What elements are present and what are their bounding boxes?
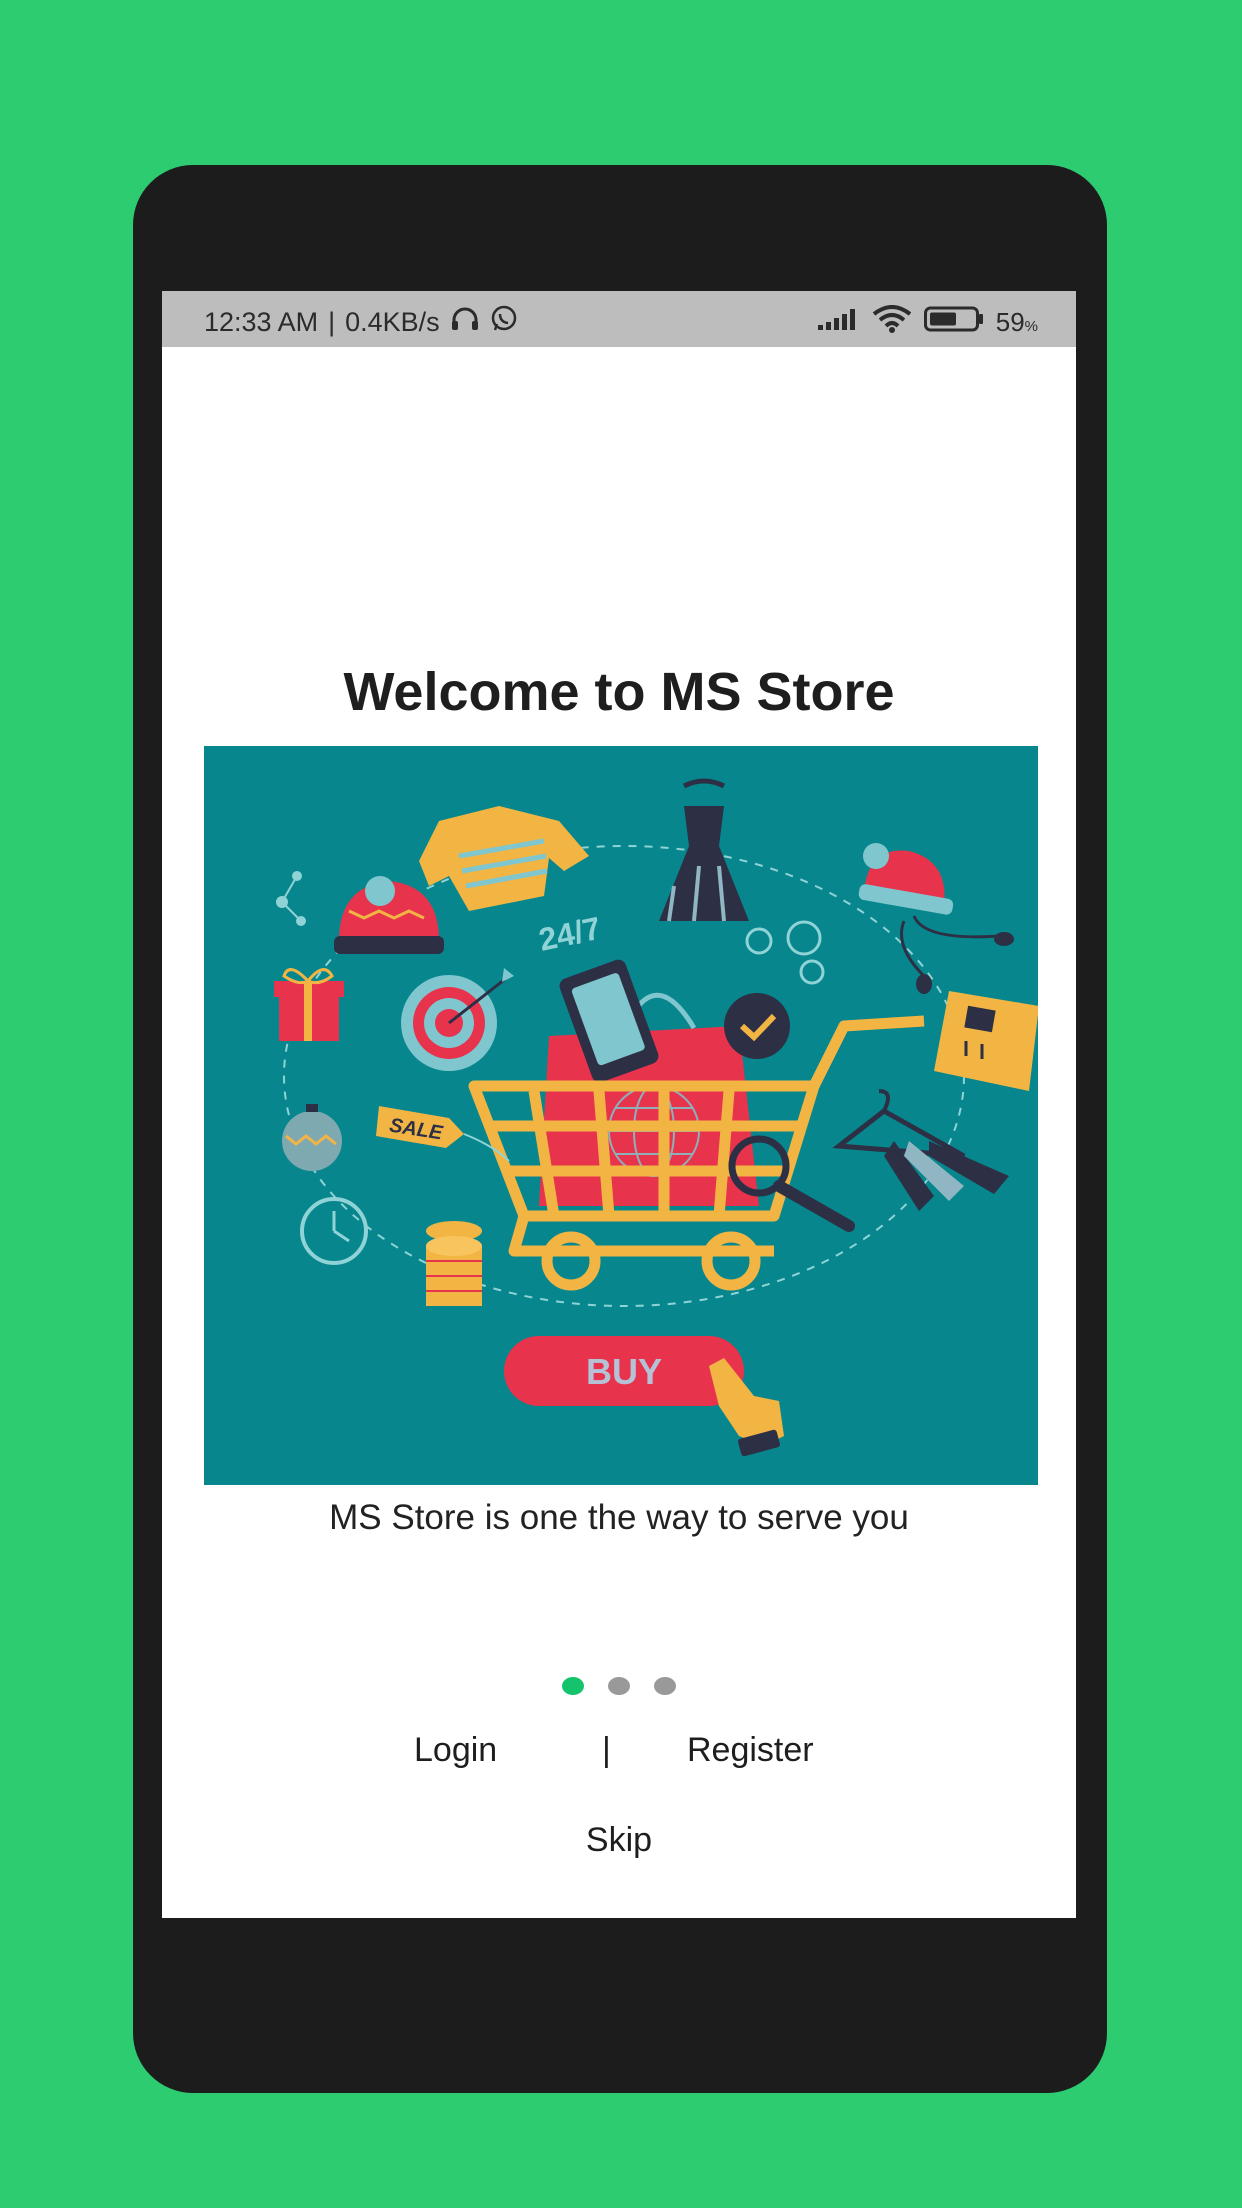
coins-icon: [426, 1221, 482, 1306]
battery-percent-unit: %: [1024, 318, 1038, 335]
headphones-icon: [450, 306, 480, 339]
tshirt-icon: [419, 806, 589, 911]
skip-button[interactable]: Skip: [162, 1821, 1076, 1860]
ornament-icon: [282, 1104, 342, 1171]
welcome-subtitle: MS Store is one the way to serve you: [329, 1498, 909, 1537]
page-dot-1[interactable]: [562, 1677, 584, 1695]
auth-separator: |: [602, 1731, 611, 1769]
app-screen: 12:33 AM | 0.4KB/s 59% Welcome to MS Sto…: [162, 291, 1076, 1918]
share-icon: [276, 871, 306, 926]
hanger-ties-icon: [832, 1089, 1009, 1211]
auth-actions: Login | Register: [162, 1731, 1076, 1781]
status-right: 59%: [817, 305, 1038, 340]
login-button[interactable]: Login: [414, 1731, 497, 1770]
wifi-icon: [872, 305, 912, 340]
battery-percent: 59%: [996, 307, 1038, 338]
welcome-title: Welcome to MS Store: [343, 662, 895, 722]
network-speed: 0.4KB/s: [345, 307, 440, 337]
gift-icon: [274, 968, 344, 1041]
status-time: 12:33 AM: [204, 307, 319, 337]
register-button[interactable]: Register: [687, 1731, 814, 1770]
hero-illustration: 24/7 SALE BUY: [204, 746, 1039, 1485]
battery-percent-value: 59: [995, 307, 1025, 337]
whatsapp-icon: [490, 305, 518, 340]
status-separator: |: [328, 307, 336, 337]
battery-icon: [923, 306, 984, 339]
target-icon: [401, 968, 514, 1071]
signal-icon: [817, 307, 860, 338]
check-icon: [724, 993, 790, 1059]
gears-icon: [745, 920, 825, 985]
clock-icon: [300, 1197, 368, 1265]
status-left: 12:33 AM | 0.4KB/s: [204, 305, 518, 340]
box-icon: [934, 991, 1039, 1091]
beanie-right-icon: [858, 843, 1014, 994]
dress-icon: [659, 778, 749, 922]
shopping-illustration: 24/7 SALE BUY: [274, 778, 1039, 1457]
status-bar: 12:33 AM | 0.4KB/s 59%: [162, 291, 1076, 347]
page-dot-2[interactable]: [608, 1677, 630, 1695]
buy-button-illustration: BUY: [504, 1336, 784, 1457]
buy-text: BUY: [586, 1351, 662, 1392]
page-indicator: [162, 1677, 1076, 1695]
page-dot-3[interactable]: [654, 1677, 676, 1695]
badge-24-7: 24/7: [536, 910, 604, 958]
